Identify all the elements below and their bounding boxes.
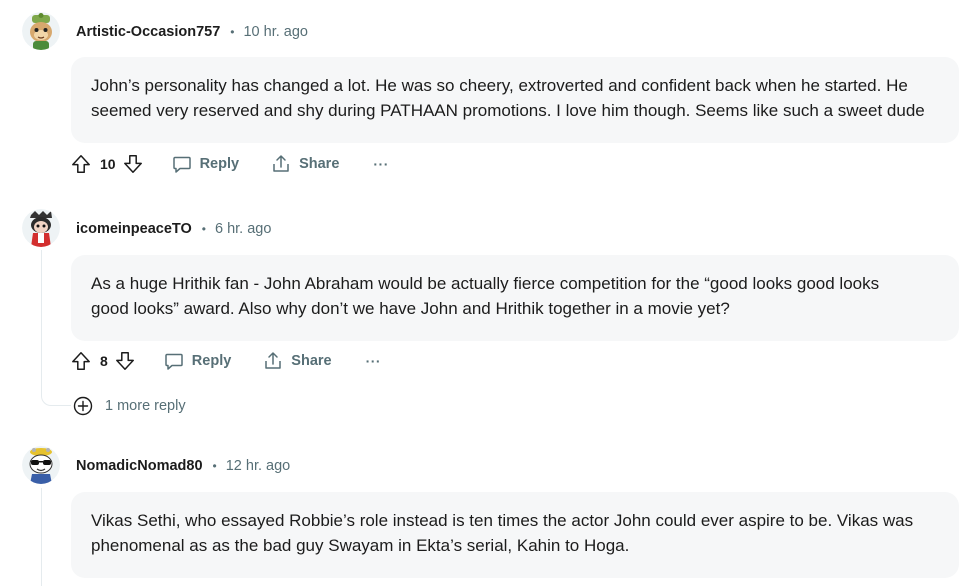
user-avatar[interactable] [22,209,60,247]
reply-button[interactable]: Reply [164,351,232,371]
comment-text: John’s personality has changed a lot. He… [91,76,925,120]
plus-circle-icon [73,396,93,416]
thread-curve [41,396,71,406]
meta-separator: • [201,222,206,236]
snoo-avatar-sunglasses-icon [22,446,60,484]
upvote-icon[interactable] [70,350,92,372]
timestamp[interactable]: 12 hr. ago [226,458,291,474]
downvote-icon[interactable] [122,153,144,175]
reply-button[interactable]: Reply [172,154,240,174]
thread-line[interactable] [41,250,42,396]
thread-line[interactable] [41,488,42,586]
vote-score: 10 [100,156,116,172]
username[interactable]: NomadicNomad80 [76,458,203,474]
snoo-avatar-red-icon [22,209,60,247]
reply-label: Reply [191,353,232,369]
timestamp[interactable]: 6 hr. ago [215,221,271,237]
user-avatar[interactable] [22,12,60,50]
comment-meta: Artistic-Occasion757 • 10 hr. ago [76,22,308,42]
comment-meta: icomeinpeaceTO • 6 hr. ago [76,219,271,239]
comment-body: John’s personality has changed a lot. He… [71,57,959,143]
share-button[interactable]: Share [271,154,339,174]
more-replies-button[interactable]: 1 more reply [73,396,186,416]
share-label: Share [291,353,332,369]
comment-body: As a huge Hrithik fan - John Abraham wou… [71,255,959,341]
reply-label: Reply [199,156,240,172]
username[interactable]: icomeinpeaceTO [76,221,192,237]
comment-bubble-icon [172,156,191,173]
more-options-button[interactable]: ··· [366,353,382,369]
upvote-icon[interactable] [70,153,92,175]
more-options-button[interactable]: ··· [373,156,389,172]
username[interactable]: Artistic-Occasion757 [76,24,220,40]
comment-text: As a huge Hrithik fan - John Abraham wou… [91,274,880,318]
timestamp[interactable]: 10 hr. ago [243,24,308,40]
comment-bubble-icon [165,353,183,370]
comment-actions: 8 Reply Share ··· [70,348,381,374]
snoo-avatar-green-hat-icon [22,12,60,50]
comment-meta: NomadicNomad80 • 12 hr. ago [76,456,290,476]
share-label: Share [299,156,340,172]
comment-actions: 10 Reply Share ··· [70,151,389,177]
comment-body: Vikas Sethi, who essayed Robbie’s role i… [71,492,959,578]
meta-separator: • [212,459,217,473]
share-icon [265,352,282,369]
share-button[interactable]: Share [263,351,332,371]
more-replies-label: 1 more reply [105,398,186,414]
downvote-icon[interactable] [114,350,136,372]
share-icon [273,155,289,172]
meta-separator: • [230,25,235,39]
vote-score: 8 [100,353,108,369]
user-avatar[interactable] [22,446,60,484]
comment-text: Vikas Sethi, who essayed Robbie’s role i… [91,511,914,555]
